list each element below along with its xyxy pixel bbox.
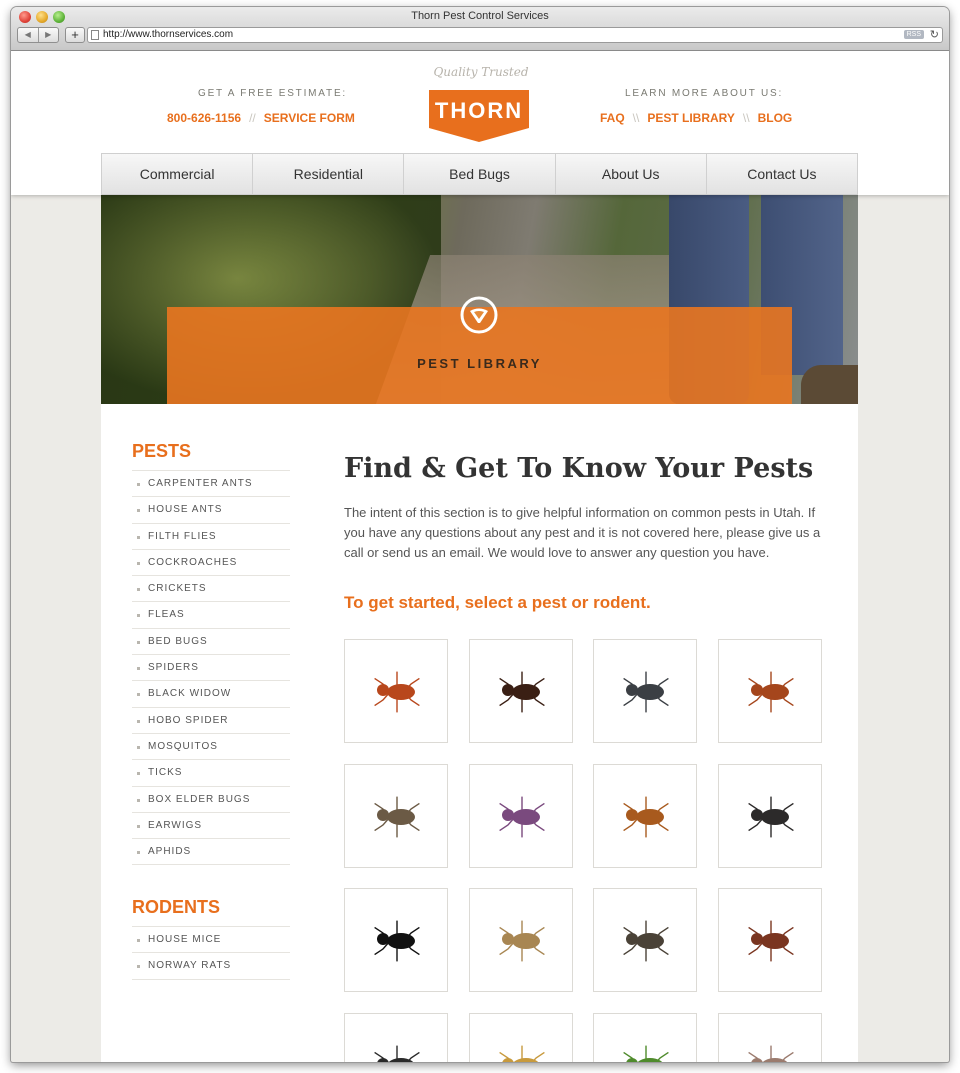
back-button[interactable]: ◀ bbox=[18, 28, 39, 42]
sidebar-item-ticks[interactable]: TICKS bbox=[132, 760, 290, 787]
rodents-heading: RODENTS bbox=[132, 897, 221, 917]
page-viewport: GET A FREE ESTIMATE: 800-626-1156 // SERVI… bbox=[11, 51, 949, 1062]
rodents-list: HOUSE MICE NORWAY RATS bbox=[132, 926, 290, 980]
pest-tile[interactable] bbox=[593, 639, 697, 743]
pest-tile[interactable] bbox=[344, 763, 448, 868]
phone-link[interactable]: 800-626-1156 bbox=[167, 111, 241, 125]
sidebar-item-fleas[interactable]: FLEAS bbox=[132, 602, 290, 629]
pest-tile[interactable] bbox=[344, 639, 448, 743]
link-separator: \\ bbox=[742, 111, 750, 125]
sidebar-item-house-mice[interactable]: HOUSE MICE bbox=[132, 927, 290, 954]
thorn-pin-icon bbox=[460, 296, 498, 334]
learn-links: FAQ \\ PEST LIBRARY \\ BLOG bbox=[600, 111, 792, 125]
nav-commercial[interactable]: Commercial bbox=[102, 154, 252, 194]
pest-tile[interactable] bbox=[593, 1012, 697, 1062]
box-elder-bug-icon bbox=[374, 1045, 420, 1062]
jumping-spider-icon bbox=[747, 796, 794, 837]
nav-contact-us[interactable]: Contact Us bbox=[705, 154, 857, 194]
aphid-icon bbox=[623, 1045, 669, 1062]
nav-bed-bugs[interactable]: Bed Bugs bbox=[403, 154, 554, 194]
flea-icon bbox=[498, 796, 545, 837]
learn-label: LEARN MORE ABOUT US: bbox=[625, 88, 784, 99]
intro-text: The intent of this section is to give he… bbox=[344, 505, 821, 560]
bed-bug-icon bbox=[623, 796, 669, 837]
hero-boot bbox=[801, 365, 858, 404]
sidebar-item-box-elder-bugs[interactable]: BOX ELDER BUGS bbox=[132, 787, 290, 813]
pest-tile[interactable] bbox=[468, 1012, 573, 1062]
main-nav: Commercial Residential Bed Bugs About Us… bbox=[101, 153, 858, 195]
link-separator: // bbox=[249, 111, 256, 125]
cricket-icon bbox=[374, 796, 420, 837]
pest-tile[interactable] bbox=[717, 639, 822, 743]
service-form-link[interactable]: SERVICE FORM bbox=[264, 111, 355, 125]
pest-library-link[interactable]: PEST LIBRARY bbox=[647, 111, 735, 125]
window-title: Thorn Pest Control Services bbox=[411, 10, 549, 22]
url-text[interactable]: http://www.thornservices.com bbox=[103, 29, 233, 40]
rss-button[interactable]: RSS bbox=[903, 30, 924, 39]
tagline: Quality Trusted bbox=[433, 65, 529, 79]
cockroach-icon bbox=[747, 671, 794, 713]
forward-button[interactable]: ▶ bbox=[39, 28, 59, 42]
tick-icon bbox=[747, 920, 794, 962]
carpenter-ant-icon bbox=[374, 671, 420, 713]
pest-tile[interactable] bbox=[344, 1012, 448, 1062]
nav-about-us[interactable]: About Us bbox=[554, 154, 706, 194]
content-area: PESTS CARPENTER ANTS HOUSE ANTS FILTH FL… bbox=[101, 404, 858, 1062]
sidebar-item-carpenter-ants[interactable]: CARPENTER ANTS bbox=[132, 471, 290, 498]
logo-text: THORN bbox=[434, 98, 524, 123]
address-bar[interactable]: http://www.thornservices.com RSS ↻ bbox=[87, 27, 943, 43]
add-bookmark-button[interactable]: + bbox=[65, 27, 85, 43]
page-icon bbox=[91, 30, 99, 40]
hero-banner: PEST LIBRARY bbox=[101, 195, 858, 404]
black-widow-icon bbox=[374, 920, 420, 962]
history-buttons: ◀ ▶ bbox=[17, 27, 59, 43]
estimate-label: GET A FREE ESTIMATE: bbox=[198, 88, 347, 99]
nav-residential[interactable]: Residential bbox=[252, 154, 403, 194]
pest-tile[interactable] bbox=[468, 888, 573, 992]
sidebar-item-house-ants[interactable]: HOUSE ANTS bbox=[132, 497, 290, 524]
blog-link[interactable]: BLOG bbox=[758, 111, 793, 125]
cta-text: To get started, select a pest or rodent. bbox=[344, 593, 651, 612]
hero-title: PEST LIBRARY bbox=[417, 356, 542, 371]
pest-tile[interactable] bbox=[593, 763, 697, 868]
browser-window: Thorn Pest Control Services ◀ ▶ + http:/… bbox=[11, 7, 949, 1062]
hobo-spider-icon bbox=[498, 920, 545, 962]
pests-heading: PESTS bbox=[132, 441, 192, 461]
house-ant-icon bbox=[498, 671, 545, 713]
sidebar-item-aphids[interactable]: APHIDS bbox=[132, 839, 290, 866]
sidebar-item-black-widow[interactable]: BLACK WIDOW bbox=[132, 681, 290, 708]
reload-icon[interactable]: ↻ bbox=[930, 28, 939, 41]
pest-tile[interactable] bbox=[593, 888, 697, 992]
pest-tile[interactable] bbox=[717, 763, 822, 868]
pest-tile[interactable] bbox=[717, 1012, 822, 1062]
pest-tile[interactable] bbox=[468, 639, 573, 743]
title-bar: Thorn Pest Control Services ◀ ▶ + http:/… bbox=[11, 7, 949, 51]
fly-icon bbox=[623, 671, 669, 713]
link-separator: \\ bbox=[632, 111, 640, 125]
pests-list: CARPENTER ANTS HOUSE ANTS FILTH FLIES CO… bbox=[132, 470, 290, 866]
site-header: GET A FREE ESTIMATE: 800-626-1156 // SERVI… bbox=[11, 51, 949, 195]
estimate-links: 800-626-1156 // SERVICE FORM bbox=[167, 111, 355, 125]
thorn-logo[interactable]: THORN bbox=[429, 90, 529, 142]
pest-tile[interactable] bbox=[344, 888, 448, 992]
sidebar-item-filth-flies[interactable]: FILTH FLIES bbox=[132, 524, 290, 550]
page-title: Find & Get To Know Your Pests bbox=[344, 453, 814, 484]
sidebar-item-mosquitos[interactable]: MOSQUITOS bbox=[132, 734, 290, 761]
faq-link[interactable]: FAQ bbox=[600, 111, 625, 125]
mosquito-icon bbox=[623, 920, 669, 962]
sidebar-item-spiders[interactable]: SPIDERS bbox=[132, 655, 290, 682]
earwig-icon bbox=[498, 1045, 545, 1062]
sidebar-item-norway-rats[interactable]: NORWAY RATS bbox=[132, 953, 290, 980]
sidebar-item-hobo-spider[interactable]: HOBO SPIDER bbox=[132, 708, 290, 734]
sidebar-item-bed-bugs[interactable]: BED BUGS bbox=[132, 629, 290, 656]
pest-tile[interactable] bbox=[717, 888, 822, 992]
sidebar-item-earwigs[interactable]: EARWIGS bbox=[132, 813, 290, 840]
hero-title-panel: PEST LIBRARY bbox=[167, 296, 792, 404]
mouse-icon bbox=[747, 1045, 794, 1062]
sidebar-item-cockroaches[interactable]: COCKROACHES bbox=[132, 550, 290, 577]
pest-tile[interactable] bbox=[468, 763, 573, 868]
sidebar-item-crickets[interactable]: CRICKETS bbox=[132, 576, 290, 603]
